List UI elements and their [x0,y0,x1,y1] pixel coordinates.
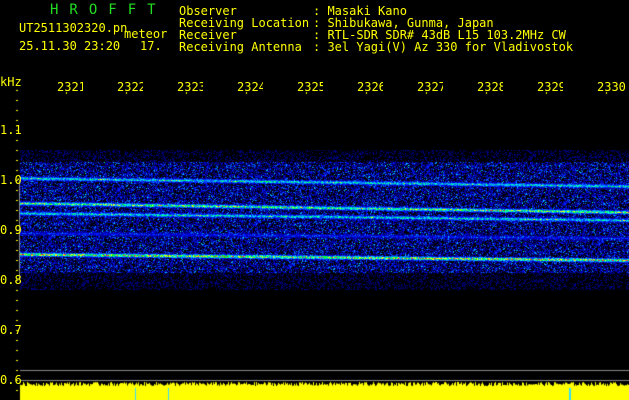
freq-tick: 0.9 [0,223,22,237]
freq-tick: 0.8 [0,273,22,287]
time-tick: 2330 [597,80,626,94]
info-label: Receiving Antenna [179,40,302,54]
time-tick: 2329 [537,80,563,94]
level: 17. [140,39,162,53]
freq-tick: 1.0 [0,173,22,187]
time-tick: 2322 [117,80,143,94]
freq-tick: 0.7 [0,323,22,337]
app-logo: HROFFT [50,2,167,18]
file-name: UT2511302320.pn [19,21,128,35]
datetime: 25.11.30 23:20 [19,39,121,53]
time-tick: 2324 [237,80,263,94]
info-value: : 3el Yagi(V) Az 330 for Vladivostok [313,40,574,54]
antenna-value: 3el Yagi(V) Az 330 for Vladivostok [327,40,574,54]
time-tick: 2323 [177,80,203,94]
time-tick: 2327 [417,80,443,94]
y-unit: kHz [0,75,22,89]
spectrogram [0,0,629,400]
time-tick: 2325 [297,80,323,94]
time-tick: 2321 [57,80,83,94]
time-tick: 2328 [477,80,503,94]
freq-tick: 1.1 [0,123,22,137]
freq-tick: 0.6 [0,373,22,387]
time-tick: 2326 [357,80,383,94]
